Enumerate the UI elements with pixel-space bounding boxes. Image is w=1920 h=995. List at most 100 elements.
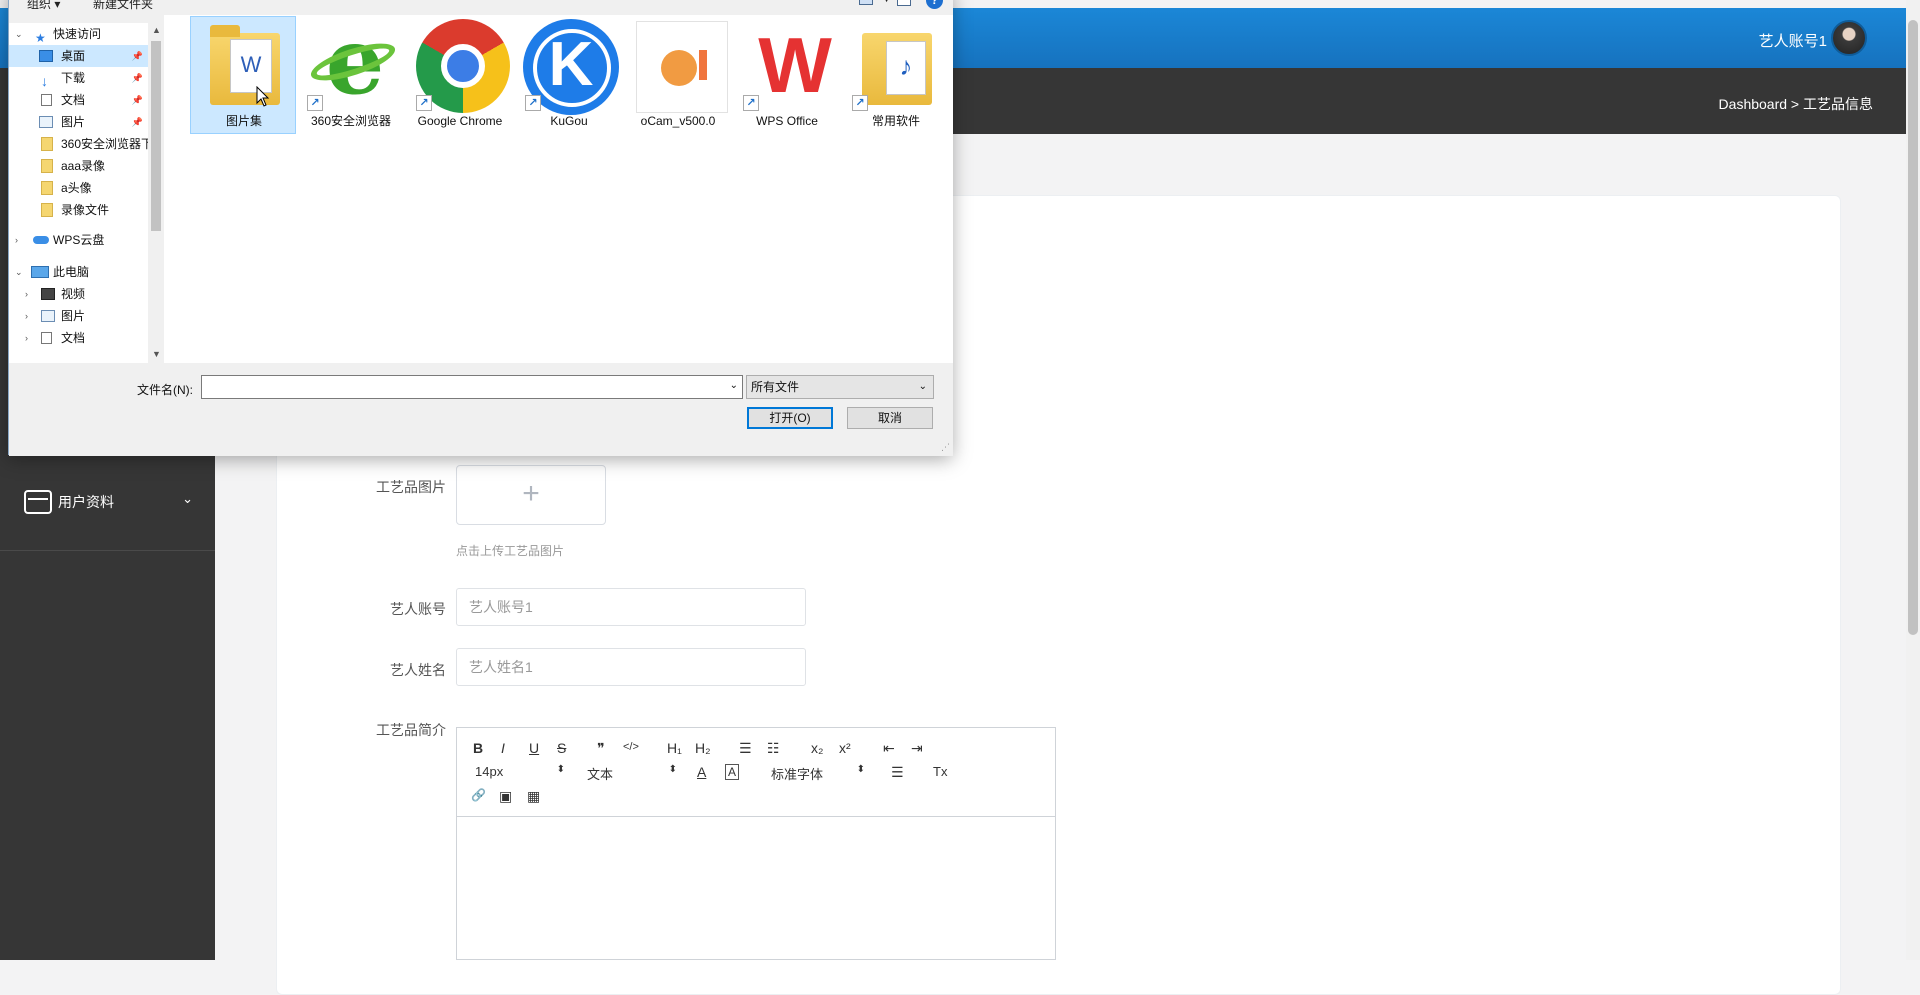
nav-label: 文档 <box>61 331 86 345</box>
scroll-down-icon[interactable]: ▼ <box>152 349 161 359</box>
italic-button[interactable]: I <box>501 740 505 756</box>
sidebar-divider <box>0 550 215 551</box>
page-scrollbar-thumb[interactable] <box>1908 20 1918 635</box>
navigation-scrollbar[interactable]: ▲ ▼ <box>148 23 164 363</box>
file-item[interactable]: ↗ Google Chrome <box>407 17 513 135</box>
help-icon[interactable]: ? <box>926 0 943 9</box>
expand-icon[interactable]: › <box>25 305 28 327</box>
expand-icon[interactable]: ⌄ <box>15 23 23 45</box>
cloud-icon <box>33 236 49 244</box>
scroll-up-icon[interactable]: ▲ <box>152 25 161 35</box>
user-name[interactable]: 艺人账号1 <box>1759 30 1827 51</box>
superscript-button[interactable]: x² <box>839 740 851 756</box>
nav-folder-avatar[interactable]: a头像 <box>9 177 149 199</box>
chevron-down-icon[interactable]: ⌄ <box>730 380 738 391</box>
file-item[interactable]: W 图片集 <box>190 16 296 134</box>
indent-button[interactable]: ⇥ <box>911 740 923 757</box>
video-button[interactable]: ▦ <box>527 788 540 805</box>
file-name: oCam_v500.0 <box>640 114 716 128</box>
filename-label: 文件名(N): <box>137 383 193 397</box>
chevron-down-icon[interactable]: ▼ <box>882 0 891 4</box>
star-icon: ★ <box>35 31 46 45</box>
file-item[interactable]: e ↗ 360安全浏览器 <box>298 15 404 135</box>
new-folder-button[interactable]: 新建文件夹 <box>93 0 153 12</box>
ordered-list-button[interactable]: ☰ <box>739 740 752 757</box>
font-size-select[interactable]: 14px ⬍ <box>475 764 565 779</box>
nav-folder-recordings[interactable]: 录像文件 <box>9 199 149 221</box>
expand-icon[interactable]: › <box>25 327 28 349</box>
h1-button[interactable]: H₁ <box>667 740 682 756</box>
image-upload-button[interactable]: + <box>456 465 606 525</box>
align-button[interactable]: ☰ <box>891 764 904 781</box>
nav-this-pc[interactable]: ⌄ 此电脑 <box>9 261 149 283</box>
name-field[interactable]: 艺人姓名1 <box>456 648 806 686</box>
file-item[interactable]: oCam_v500.0 <box>625 17 731 135</box>
folder-doc-icon: W <box>198 19 290 111</box>
nav-pc-documents[interactable]: › 文档 <box>9 327 149 349</box>
sidebar-item-user-profile[interactable]: 用户资料 ⌄ <box>0 478 215 526</box>
nav-label: 快速访问 <box>53 27 102 41</box>
background-color-button[interactable]: A <box>725 764 740 780</box>
avatar[interactable] <box>1831 20 1867 56</box>
filename-input[interactable]: ⌄ <box>201 375 743 399</box>
preview-pane-icon[interactable] <box>897 0 911 6</box>
chevron-down-icon: ⌄ <box>182 491 193 506</box>
nav-label: aaa录像 <box>61 159 106 173</box>
breadcrumb: Dashboard > 工艺品信息 <box>1718 96 1873 112</box>
expand-icon[interactable]: › <box>15 229 18 251</box>
folder-icon <box>41 181 53 195</box>
editor-content[interactable] <box>457 817 1055 960</box>
bold-button[interactable]: B <box>473 740 483 756</box>
outdent-button[interactable]: ⇤ <box>883 740 895 757</box>
strike-button[interactable]: S <box>557 740 566 756</box>
nav-pictures[interactable]: 图片 📌 <box>9 111 149 133</box>
desktop-icon <box>39 50 53 62</box>
h2-button[interactable]: H₂ <box>695 740 711 756</box>
nav-wps-cloud[interactable]: › WPS云盘 <box>9 229 149 251</box>
video-icon <box>41 288 55 300</box>
chrome-icon: ↗ <box>414 19 510 113</box>
download-icon: ↓ <box>41 73 48 89</box>
font-family-select[interactable]: 标准字体 ⬍ <box>771 764 865 783</box>
navigation-scrollbar-thumb[interactable] <box>151 41 161 231</box>
organize-menu[interactable]: 组织 ▾ <box>27 0 60 12</box>
code-button[interactable]: </> <box>623 741 639 753</box>
subscript-button[interactable]: x₂ <box>811 740 823 756</box>
view-mode-icon[interactable] <box>859 0 873 5</box>
filetype-select[interactable]: 所有文件 ⌄ <box>746 375 934 399</box>
account-field[interactable]: 艺人账号1 <box>456 588 806 626</box>
clean-format-button[interactable]: Tx <box>933 764 947 779</box>
link-button[interactable]: 🔗 <box>471 788 486 802</box>
document-icon <box>41 332 52 344</box>
underline-button[interactable]: U <box>529 740 539 756</box>
file-name: 常用软件 <box>871 114 920 128</box>
file-item[interactable]: ♪ ↗ 常用软件 <box>843 17 949 135</box>
nav-downloads[interactable]: ↓ 下载 📌 <box>9 67 149 89</box>
bullet-list-button[interactable]: ☷ <box>767 740 780 757</box>
expand-icon[interactable]: ⌄ <box>15 261 23 283</box>
nav-desktop[interactable]: 桌面 📌 <box>9 45 149 67</box>
nav-folder-aaa[interactable]: aaa录像 <box>9 155 149 177</box>
nav-documents[interactable]: 文档 📌 <box>9 89 149 111</box>
nav-quick-access[interactable]: ⌄ ★ 快速访问 <box>9 23 149 45</box>
nav-folder-360[interactable]: 360安全浏览器下 <box>9 133 153 155</box>
page-scrollbar[interactable] <box>1906 0 1920 960</box>
mouse-cursor-icon <box>256 86 270 107</box>
nav-label: WPS云盘 <box>53 233 105 247</box>
cancel-button[interactable]: 取消 <box>847 407 933 429</box>
open-button[interactable]: 打开(O) <box>747 407 833 429</box>
nav-label: 下载 <box>61 71 86 85</box>
font-color-button[interactable]: A <box>697 764 706 780</box>
image-button[interactable]: ▣ <box>499 788 512 805</box>
expand-icon[interactable]: › <box>25 283 28 305</box>
file-item[interactable]: W ↗ WPS Office <box>734 17 840 135</box>
header-select[interactable]: 文本 ⬍ <box>587 764 677 783</box>
quote-button[interactable]: ❞ <box>597 740 605 757</box>
file-item[interactable]: K ↗ KuGou <box>516 17 622 135</box>
nav-label: 360安全浏览器下 <box>61 137 154 151</box>
resize-grip-icon[interactable]: ⋰ <box>941 442 950 453</box>
rich-text-editor: B I U S ❞ </> H₁ H₂ ☰ ☷ x₂ x² ⇤ ⇥ 14px ⬍… <box>456 727 1056 960</box>
nav-pc-pictures[interactable]: › 图片 <box>9 305 149 327</box>
shortcut-arrow-icon: ↗ <box>743 95 759 111</box>
nav-videos[interactable]: › 视频 <box>9 283 149 305</box>
